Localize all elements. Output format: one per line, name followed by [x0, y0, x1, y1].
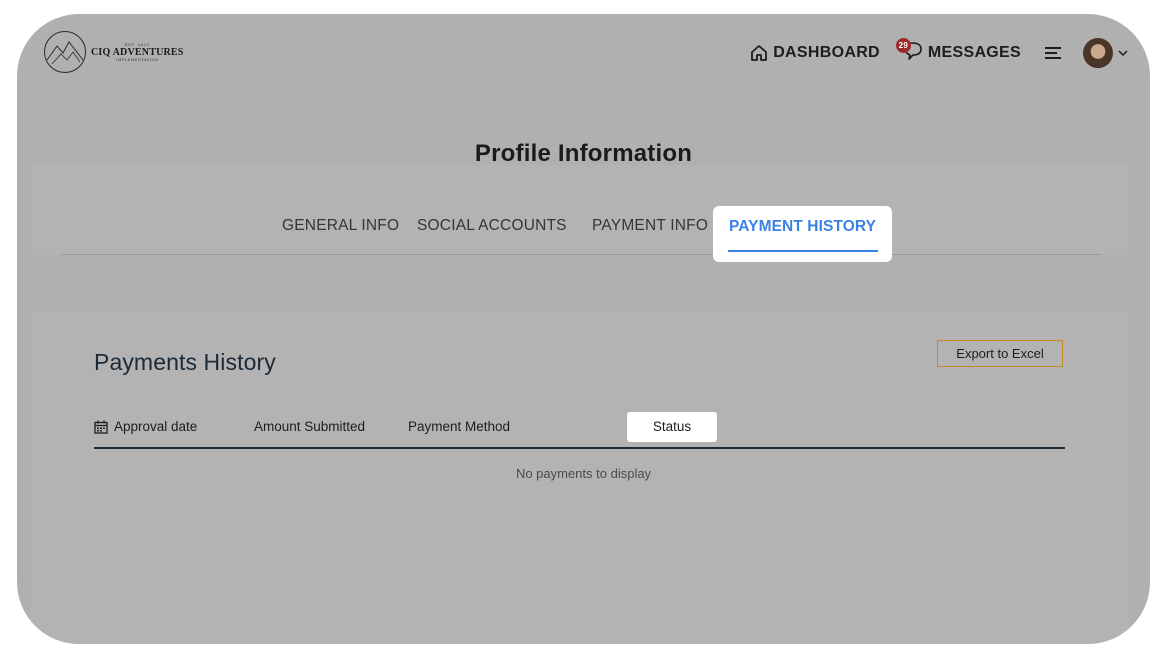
tab-payment-history[interactable]: PAYMENT HISTORY	[713, 206, 892, 262]
app-frame: EST. 2021 CIQ ADVENTURES IMPLEMENTATION …	[17, 14, 1150, 644]
brand-sub: IMPLEMENTATION	[116, 58, 159, 62]
tab-payment-history-label: PAYMENT HISTORY	[728, 218, 877, 235]
export-to-excel-button[interactable]: Export to Excel	[937, 340, 1063, 367]
tab-general-info[interactable]: GENERAL INFO	[282, 217, 399, 235]
avatar[interactable]	[1083, 38, 1113, 68]
column-status[interactable]: Status	[627, 412, 717, 442]
dashboard-label: DASHBOARD	[773, 44, 880, 61]
dashboard-link[interactable]: DASHBOARD	[749, 43, 880, 63]
brand-name: CIQ ADVENTURES	[91, 47, 184, 58]
messages-badge: 29	[895, 38, 911, 53]
calendar-icon	[94, 420, 108, 434]
profile-card	[31, 165, 1129, 255]
hamburger-menu-icon[interactable]	[1045, 47, 1061, 59]
column-amount-submitted[interactable]: Amount Submitted	[254, 419, 365, 434]
tab-payment-info[interactable]: PAYMENT INFO	[592, 217, 708, 235]
page-title: Profile Information	[474, 140, 693, 167]
empty-state-message: No payments to display	[515, 466, 652, 481]
chevron-down-icon[interactable]	[1118, 48, 1128, 58]
active-tab-underline	[728, 250, 878, 252]
brand-logo[interactable]: EST. 2021 CIQ ADVENTURES IMPLEMENTATION	[43, 30, 184, 74]
table-header-divider	[94, 447, 1065, 449]
messages-label: MESSAGES	[927, 44, 1021, 61]
home-icon	[751, 45, 768, 61]
mountain-logo-icon	[44, 31, 86, 73]
column-approval-date[interactable]: Approval date	[94, 419, 197, 434]
column-payment-method[interactable]: Payment Method	[408, 419, 510, 434]
tabs-divider	[61, 254, 1101, 255]
tab-social-accounts[interactable]: SOCIAL ACCOUNTS	[417, 217, 567, 235]
top-nav: DASHBOARD 29 MESSAGES	[749, 38, 1128, 68]
column-approval-date-label: Approval date	[114, 419, 198, 434]
payments-title: Payments History	[94, 349, 276, 375]
messages-link[interactable]: 29 MESSAGES	[895, 38, 1021, 64]
